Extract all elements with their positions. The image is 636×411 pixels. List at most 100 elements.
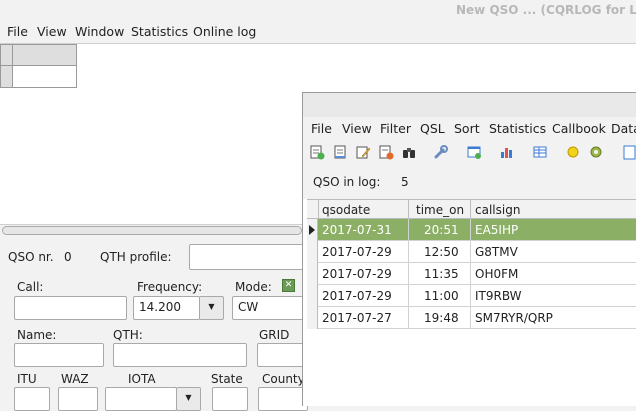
- mode-toggle-icon[interactable]: ✕: [282, 279, 295, 292]
- cell-qsodate: 2017-07-29: [322, 267, 392, 281]
- name-label: Name:: [17, 328, 57, 342]
- binoculars-icon[interactable]: [401, 144, 417, 160]
- qso-menu-view[interactable]: View: [342, 121, 372, 136]
- main-menubar: File View Window Statistics Online log: [0, 20, 636, 44]
- header-separator: [470, 200, 471, 220]
- county-input[interactable]: [258, 387, 308, 411]
- table-row[interactable]: 2017-07-27 19:48 SM7RYR/QRP: [307, 307, 636, 329]
- cell-callsign: EA5IHP: [475, 223, 519, 237]
- current-row-arrow-icon: [309, 225, 315, 235]
- qso-menu-filter[interactable]: Filter: [380, 121, 411, 136]
- cell-separator: [408, 219, 409, 241]
- export-icon[interactable]: [466, 144, 482, 160]
- qth-input[interactable]: [113, 343, 247, 367]
- cell-separator: [470, 241, 471, 263]
- grid-label: GRID: [259, 328, 290, 342]
- itu-input[interactable]: [14, 387, 50, 411]
- cell-separator: [470, 219, 471, 241]
- qso-menu-callbook[interactable]: Callbook: [552, 121, 606, 136]
- waz-input[interactable]: [58, 387, 98, 411]
- cell-qsodate: 2017-07-31: [322, 223, 392, 237]
- name-input[interactable]: [14, 343, 104, 367]
- header-separator: [408, 200, 409, 220]
- qso-list-title-bar[interactable]: [303, 93, 636, 117]
- call-label: Call:: [17, 280, 44, 294]
- row-indicator: [307, 263, 318, 285]
- grid-input[interactable]: [257, 343, 307, 367]
- qth-profile-label: QTH profile:: [100, 250, 172, 264]
- qso-list-menubar: File View Filter QSL Sort Statistics Cal…: [303, 117, 636, 139]
- qso-menu-statistics[interactable]: Statistics: [489, 121, 546, 136]
- cell-separator: [408, 307, 409, 329]
- qth-profile-select[interactable]: [189, 244, 309, 270]
- cell-callsign: OH0FM: [475, 267, 519, 281]
- qso-grid-header: qsodate time_on callsign: [307, 199, 636, 220]
- qth-label: QTH:: [113, 328, 143, 342]
- row-indicator: [307, 285, 318, 307]
- edit-pencil-icon[interactable]: [355, 144, 371, 160]
- cell-separator: [408, 241, 409, 263]
- add-qso-icon[interactable]: [309, 144, 325, 160]
- cell-time-on: 11:35: [424, 267, 459, 281]
- iota-label: IOTA: [128, 372, 156, 386]
- cell-time-on: 19:48: [424, 311, 459, 325]
- state-label: State: [211, 372, 243, 386]
- edit-qso-icon[interactable]: [332, 144, 348, 160]
- qso-menu-file[interactable]: File: [311, 121, 332, 136]
- qso-list-toolbar: [303, 139, 636, 165]
- cell-separator: [470, 263, 471, 285]
- menu-window[interactable]: Window: [75, 24, 124, 39]
- window-title: New QSO ... (CQRLOG for Linux: [456, 3, 636, 17]
- grid-header-cell: [12, 44, 77, 66]
- menu-statistics[interactable]: Statistics: [131, 24, 188, 39]
- table-row[interactable]: 2017-07-29 11:00 IT9RBW: [307, 285, 636, 307]
- qso-in-log-label: QSO in log:: [313, 175, 381, 189]
- iota-input[interactable]: [105, 387, 177, 411]
- frequency-dropdown-button[interactable]: ▼: [199, 296, 224, 320]
- column-header-time-on[interactable]: time_on: [416, 203, 464, 217]
- column-header-callsign[interactable]: callsign: [475, 203, 520, 217]
- row-indicator: [307, 219, 318, 241]
- document-icon[interactable]: [621, 144, 636, 160]
- qso-menu-data[interactable]: Data: [611, 121, 636, 136]
- itu-label: ITU: [17, 372, 37, 386]
- cell-time-on: 12:50: [424, 245, 459, 259]
- county-label: County: [262, 372, 305, 386]
- grid-view-icon[interactable]: [532, 144, 548, 160]
- wrench-icon[interactable]: [433, 144, 449, 160]
- qso-count-bar: QSO in log: 5: [303, 165, 636, 199]
- frequency-input[interactable]: 14.200: [133, 296, 200, 320]
- column-header-qsodate[interactable]: qsodate: [322, 203, 370, 217]
- state-input[interactable]: [212, 387, 248, 411]
- cell-time-on: 11:00: [424, 289, 459, 303]
- mode-input[interactable]: CW: [232, 296, 312, 320]
- header-indicator-separator: [318, 200, 319, 220]
- waz-label: WAZ: [61, 372, 89, 386]
- mode-label: Mode:: [235, 280, 272, 294]
- table-row[interactable]: 2017-07-29 11:35 OH0FM: [307, 263, 636, 285]
- qso-menu-sort[interactable]: Sort: [454, 121, 480, 136]
- statistics-icon[interactable]: [499, 144, 515, 160]
- settings-gear-icon[interactable]: [588, 144, 604, 160]
- cell-separator: [408, 263, 409, 285]
- cell-callsign: G8TMV: [475, 245, 518, 259]
- menu-file[interactable]: File: [7, 24, 28, 39]
- iota-dropdown-button[interactable]: ▼: [176, 387, 201, 411]
- table-row[interactable]: 2017-07-29 12:50 G8TMV: [307, 241, 636, 263]
- grid-data-cell[interactable]: [12, 65, 77, 88]
- table-row[interactable]: 2017-07-31 20:51 EA5IHP: [307, 219, 636, 241]
- qso-menu-qsl[interactable]: QSL: [420, 121, 445, 136]
- call-input[interactable]: [14, 296, 127, 320]
- menu-online-log[interactable]: Online log: [193, 24, 256, 39]
- cell-qsodate: 2017-07-27: [322, 311, 392, 325]
- delete-qso-icon[interactable]: [378, 144, 394, 160]
- qso-nr-value: 0: [64, 250, 72, 264]
- menu-view[interactable]: View: [37, 24, 67, 39]
- cell-callsign: SM7RYR/QRP: [475, 311, 553, 325]
- qso-nr-label: QSO nr.: [8, 250, 54, 264]
- circle-icon[interactable]: [565, 144, 581, 160]
- window-title-bar: New QSO ... (CQRLOG for Linux: [0, 0, 636, 20]
- horizontal-scrollbar[interactable]: [2, 226, 302, 235]
- cell-qsodate: 2017-07-29: [322, 245, 392, 259]
- qso-list-window: File View Filter QSL Sort Statistics Cal…: [302, 92, 636, 406]
